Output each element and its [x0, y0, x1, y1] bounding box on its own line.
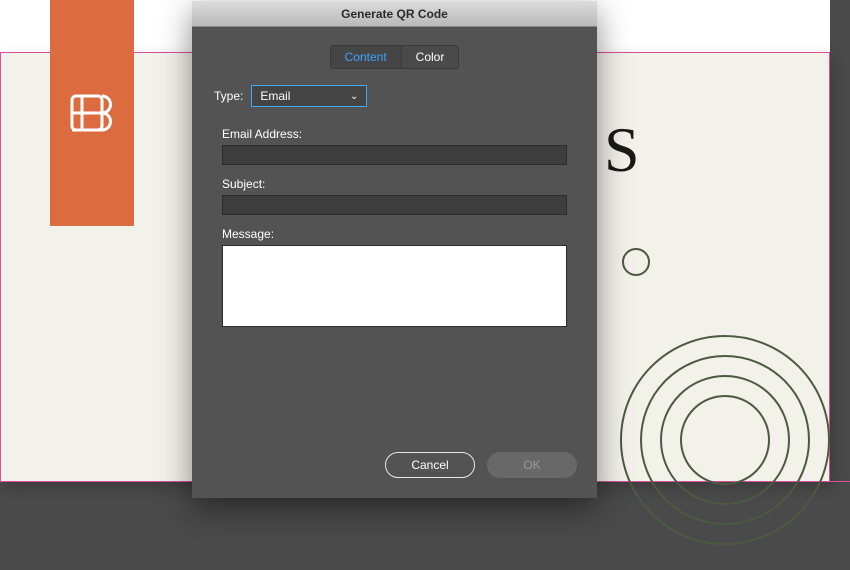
dialog-tabs: Content Color [214, 45, 575, 69]
chevron-down-icon: ⌄ [350, 91, 358, 102]
ok-button: OK [487, 452, 577, 478]
brand-logo-icon [67, 88, 117, 138]
type-select-value: Email [260, 89, 290, 103]
dialog-title: Generate QR Code [192, 1, 597, 27]
generate-qr-dialog: Generate QR Code Content Color Type: Ema… [192, 1, 597, 498]
message-label: Message: [222, 227, 567, 241]
type-select[interactable]: Email ⌄ [251, 85, 367, 107]
subject-label: Subject: [222, 177, 567, 191]
type-label: Type: [214, 89, 243, 103]
email-input[interactable] [222, 145, 567, 165]
tab-color[interactable]: Color [402, 45, 460, 69]
dialog-footer: Cancel OK [192, 436, 597, 498]
decorative-rings [595, 310, 850, 570]
subject-input[interactable] [222, 195, 567, 215]
dialog-body: Content Color Type: Email ⌄ Email Addres… [192, 27, 597, 436]
decorative-letter: S [604, 113, 640, 187]
message-textarea[interactable] [222, 245, 567, 327]
decorative-circle [622, 248, 650, 276]
cancel-button[interactable]: Cancel [385, 452, 475, 478]
brand-ribbon [50, 0, 134, 226]
email-label: Email Address: [222, 127, 567, 141]
tab-content[interactable]: Content [330, 45, 402, 69]
